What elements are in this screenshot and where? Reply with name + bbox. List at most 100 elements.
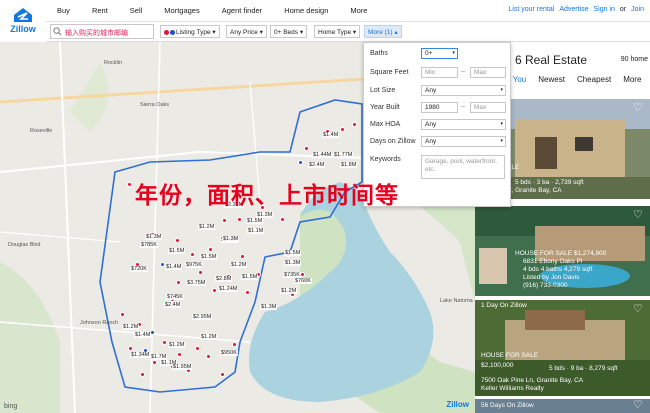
hoa-select[interactable]: Any ▾ <box>421 119 506 130</box>
price-label[interactable]: $1.2M <box>280 288 298 294</box>
price-label[interactable]: $785K <box>140 242 158 248</box>
zillow-logo[interactable]: Zillow <box>0 0 46 40</box>
home-type-filter[interactable]: Home Type ▾ <box>314 25 361 38</box>
sqft-max-input[interactable]: Max <box>470 67 506 78</box>
lot-select[interactable]: Any ▾ <box>421 85 506 96</box>
listing-card[interactable]: ♡ HOUSE FOR SALE $1,274,900 6831 Ebony O… <box>475 206 650 296</box>
price-label[interactable]: $1.34M <box>130 352 151 358</box>
listing-pin[interactable] <box>140 372 145 377</box>
listing-pin[interactable] <box>120 312 125 317</box>
listing-card[interactable]: 56 Days On Zillow ♡ <box>475 399 650 413</box>
price-label[interactable]: $720K <box>130 266 148 272</box>
price-label[interactable]: $1.8M <box>340 162 358 168</box>
listing-pin[interactable] <box>212 288 217 293</box>
listing-type-filter[interactable]: Listing Type ▾ <box>160 25 220 38</box>
listing-pin[interactable] <box>220 372 225 377</box>
days-select[interactable]: Any ▾ <box>421 136 506 147</box>
listing-pin-blue[interactable] <box>298 160 303 165</box>
search-input[interactable]: 输入购买的城市邮编 <box>50 24 154 39</box>
nav-rent[interactable]: Rent <box>92 6 108 15</box>
price-label[interactable]: $2.4M <box>164 302 182 308</box>
heart-icon[interactable]: ♡ <box>633 103 645 114</box>
nav-agent-finder[interactable]: Agent finder <box>222 6 262 15</box>
price-label[interactable]: $950K <box>220 350 238 356</box>
tab-more[interactable]: More <box>623 75 641 84</box>
price-label[interactable]: $1.4M <box>134 332 152 338</box>
price-label[interactable]: $1.5M <box>241 274 259 280</box>
price-label[interactable]: $1.3M <box>222 236 240 242</box>
listing-pin[interactable] <box>232 342 237 347</box>
price-label[interactable]: $1.2M <box>230 262 248 268</box>
baths-select[interactable]: 0+ ▾ <box>421 48 458 59</box>
price-label[interactable]: $1.1M <box>247 228 265 234</box>
price-label[interactable]: $1.2M <box>168 342 186 348</box>
nav-mortgages[interactable]: Mortgages <box>164 6 199 15</box>
price-label[interactable]: $2.8M <box>215 276 233 282</box>
price-label[interactable]: $1.4M <box>165 264 183 270</box>
listing-pin[interactable] <box>177 352 182 357</box>
listing-pin[interactable] <box>175 238 180 243</box>
listing-card[interactable]: 1 Day On Zillow ♡ HOUSE FOR SALE $2,100,… <box>475 300 650 396</box>
listing-pin[interactable] <box>152 360 157 365</box>
keywords-input[interactable]: Garage, pool, waterfront, etc. <box>421 155 505 179</box>
listing-pin[interactable] <box>127 182 132 187</box>
nav-home-design[interactable]: Home design <box>284 6 328 15</box>
listing-pin[interactable] <box>128 346 133 351</box>
listing-pin[interactable] <box>352 122 357 127</box>
price-label[interactable]: $1.2M <box>198 224 216 230</box>
sqft-min-input[interactable]: Min <box>421 67 458 78</box>
price-label[interactable]: $1.4M <box>322 132 340 138</box>
nav-buy[interactable]: Buy <box>57 6 70 15</box>
heart-icon[interactable]: ♡ <box>633 210 645 221</box>
price-label[interactable]: $1.3M <box>284 260 302 266</box>
listing-pin[interactable] <box>340 127 345 132</box>
listing-pin[interactable] <box>198 270 203 275</box>
listing-pin[interactable] <box>280 217 285 222</box>
heart-icon[interactable]: ♡ <box>633 400 645 411</box>
listing-pin[interactable] <box>304 146 309 151</box>
listing-pin[interactable] <box>195 346 200 351</box>
advertise-link[interactable]: Advertise <box>559 6 588 13</box>
listing-pin[interactable] <box>237 217 242 222</box>
heart-icon[interactable]: ♡ <box>633 304 645 315</box>
price-label[interactable]: $1.5M <box>168 248 186 254</box>
price-label[interactable]: $1.3M <box>260 304 278 310</box>
price-label[interactable]: $1.24M <box>218 286 239 292</box>
price-label[interactable]: $1.5M <box>200 254 218 260</box>
list-rental-link[interactable]: List your rental <box>508 6 554 13</box>
more-filter[interactable]: More (1) ▴ <box>364 25 402 38</box>
signin-link[interactable]: Sign in <box>594 6 615 13</box>
listing-pin[interactable] <box>222 218 227 223</box>
listing-pin[interactable] <box>208 247 213 252</box>
year-min-input[interactable]: 1980 <box>421 102 458 113</box>
price-label[interactable]: $1.95M <box>172 364 193 370</box>
price-label[interactable]: $1.5M <box>246 218 264 224</box>
sqft-label: Square Feet <box>370 69 409 76</box>
price-filter[interactable]: Any Price ▾ <box>226 25 267 38</box>
price-label[interactable]: $1.3M <box>145 234 163 240</box>
beds-filter[interactable]: 0+ Beds ▾ <box>270 25 308 38</box>
year-max-input[interactable]: Max <box>470 102 506 113</box>
price-label[interactable]: $760K <box>294 278 312 284</box>
nav-sell[interactable]: Sell <box>130 6 143 15</box>
listing-pin[interactable] <box>206 354 211 359</box>
price-label[interactable]: $1.5M <box>284 250 302 256</box>
price-label[interactable]: $1.44M <box>312 152 333 158</box>
listing-pin[interactable] <box>240 254 245 259</box>
join-link[interactable]: Join <box>631 6 644 13</box>
tab-cheapest[interactable]: Cheapest <box>577 75 611 84</box>
listing-pin[interactable] <box>176 280 181 285</box>
listing-pin[interactable] <box>190 252 195 257</box>
price-label[interactable]: $2.4M <box>308 162 326 168</box>
price-label[interactable]: $975K <box>185 262 203 268</box>
price-label[interactable]: $3.75M <box>186 280 207 286</box>
nav-more[interactable]: More <box>350 6 367 15</box>
listing-pin[interactable] <box>162 340 167 345</box>
price-label[interactable]: $1.2M <box>200 334 218 340</box>
price-label[interactable]: $745K <box>166 294 184 300</box>
tab-newest[interactable]: Newest <box>538 75 565 84</box>
listing-pin[interactable] <box>245 290 250 295</box>
price-label[interactable]: $2.95M <box>192 314 213 320</box>
price-label[interactable]: $1.2M <box>122 324 140 330</box>
price-label[interactable]: $1.77M <box>333 152 354 158</box>
